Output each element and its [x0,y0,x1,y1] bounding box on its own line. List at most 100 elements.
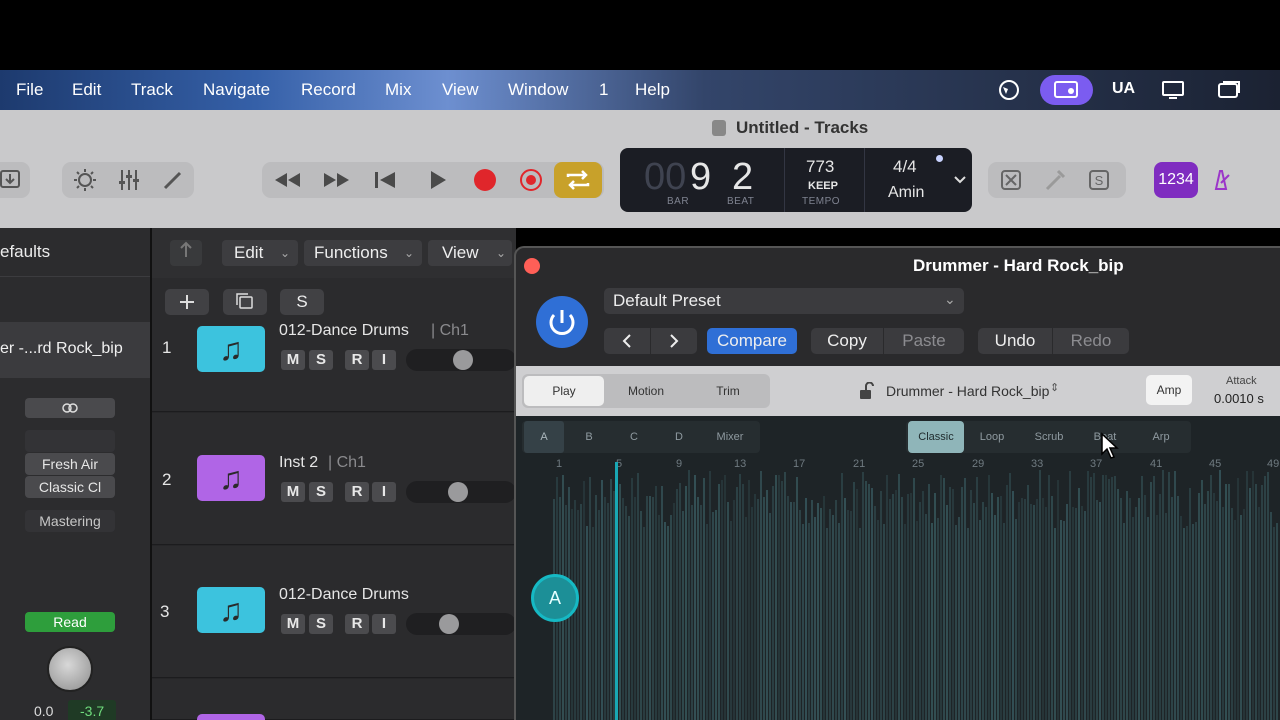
go-to-beginning-icon[interactable] [370,165,400,203]
mixer-icon[interactable] [114,165,144,203]
menu-view[interactable]: View [442,80,479,100]
music-note-icon[interactable]: ♫ [197,587,265,633]
rewind-icon[interactable] [270,165,304,203]
mute-button[interactable]: M [281,482,305,502]
lock-icon[interactable] [858,381,876,400]
quick-help-icon[interactable] [70,165,100,203]
windows-icon[interactable] [1216,78,1242,102]
copy-button[interactable]: Copy [811,328,883,354]
fast-forward-icon[interactable] [320,165,354,203]
duplicate-track-button[interactable] [223,289,267,315]
tab-motion[interactable]: Motion [606,376,686,406]
input-monitor-button[interactable]: I [372,614,396,634]
menu-mix[interactable]: Mix [385,80,411,100]
solo-mode-icon[interactable]: S [1084,165,1114,203]
mode-tab-scrub[interactable]: Scrub [1022,421,1076,453]
undo-button[interactable]: Undo [978,328,1052,354]
metronome-icon[interactable] [1206,165,1236,203]
menu-edit[interactable]: Edit [72,80,101,100]
pattern-tab-b[interactable]: B [569,421,609,453]
menu-record[interactable]: Record [301,80,356,100]
globe-icon[interactable] [996,78,1022,102]
solo-button[interactable]: S [309,614,333,634]
plugin-slot-2[interactable]: Classic Cl [25,476,115,498]
record-enable-button[interactable]: R [345,614,369,634]
lcd-display[interactable]: 00 9 2 BAR BEAT 773 KEEP TEMPO 4/4 Amin [620,148,972,212]
pattern-tab-c[interactable]: C [614,421,654,453]
power-button[interactable] [536,296,588,348]
low-latency-icon[interactable] [996,165,1026,203]
preset-dropdown[interactable]: Default Preset ⌄ [604,288,964,314]
chevron-down-icon[interactable] [952,172,968,188]
track-icon-partial[interactable] [197,714,265,720]
mute-button[interactable]: M [281,350,305,370]
music-note-icon[interactable]: ♫ [197,455,265,501]
functions-menu[interactable]: Functions ⌄ [304,240,422,266]
pattern-tab-d[interactable]: D [659,421,699,453]
mute-button[interactable]: M [281,614,305,634]
pan-knob[interactable] [47,646,93,692]
compare-button[interactable]: Compare [707,328,797,354]
volume-value[interactable]: 0.0 [34,703,53,719]
track-name[interactable]: Inst 2 [279,454,318,472]
music-note-icon[interactable]: ♫ [197,326,265,372]
pattern-tab-mixer[interactable]: Mixer [704,421,756,453]
volume-slider-thumb[interactable] [439,614,459,634]
volume-slider[interactable] [406,349,516,371]
menu-help[interactable]: Help [635,80,670,100]
user-label[interactable]: UA [1112,80,1135,98]
mastering-slot[interactable]: Mastering [25,510,115,532]
replace-record-icon[interactable] [516,165,546,203]
volume-slider[interactable] [406,481,516,503]
next-preset-button[interactable] [651,328,697,354]
editors-icon[interactable] [158,165,188,203]
volume-slider-thumb[interactable] [453,350,473,370]
drummer-name[interactable]: Drummer - Hard Rock_bip [886,383,1049,399]
menu-1[interactable]: 1 [599,80,608,100]
edit-menu[interactable]: Edit ⌄ [222,240,298,266]
add-track-button[interactable] [165,289,209,315]
count-in-button[interactable]: 1234 [1154,162,1198,198]
previous-preset-button[interactable] [604,328,650,354]
record-enable-button[interactable]: R [345,350,369,370]
eq-slot[interactable] [25,430,115,452]
track-name[interactable]: 012-Dance Drums [279,322,409,340]
library-button[interactable] [0,162,30,198]
menu-track[interactable]: Track [131,80,173,100]
input-monitoring-icon[interactable] [1040,165,1070,203]
plugin-slot-1[interactable]: Fresh Air [25,453,115,475]
redo-button[interactable]: Redo [1053,328,1129,354]
mode-tab-loop[interactable]: Loop [966,421,1018,453]
mode-tab-classic[interactable]: Classic [908,421,964,453]
menu-file[interactable]: File [16,80,43,100]
inspector-header[interactable]: efaults [0,242,50,262]
play-icon[interactable] [422,165,452,203]
view-menu[interactable]: View ⌄ [428,240,512,266]
link-button[interactable] [25,398,115,418]
volume-slider[interactable] [406,613,516,635]
menu-window[interactable]: Window [508,80,568,100]
solo-button[interactable]: S [309,482,333,502]
region-name-row[interactable]: er -...rd Rock_bip [0,322,150,378]
drum-waveform[interactable] [552,470,1280,720]
volume-slider-thumb[interactable] [448,482,468,502]
playhead[interactable] [615,462,618,720]
screen-share-icon[interactable] [1040,75,1093,105]
attack-value[interactable]: 0.0010 s [1214,391,1264,406]
display-icon[interactable] [1160,78,1186,102]
track-name[interactable]: 012-Dance Drums [279,586,409,604]
back-arrow-icon[interactable] [170,240,202,266]
input-monitor-button[interactable]: I [372,350,396,370]
paste-button[interactable]: Paste [884,328,964,354]
input-monitor-button[interactable]: I [372,482,396,502]
global-solo-button[interactable]: S [280,289,324,315]
pattern-tab-a[interactable]: A [524,421,564,453]
record-icon[interactable] [470,165,500,203]
tab-trim[interactable]: Trim [688,376,768,406]
amp-button[interactable]: Amp [1146,375,1192,405]
tab-play[interactable]: Play [524,376,604,406]
section-marker[interactable]: A [531,574,579,622]
solo-button[interactable]: S [309,350,333,370]
automation-mode-button[interactable]: Read [25,612,115,632]
menu-navigate[interactable]: Navigate [203,80,270,100]
